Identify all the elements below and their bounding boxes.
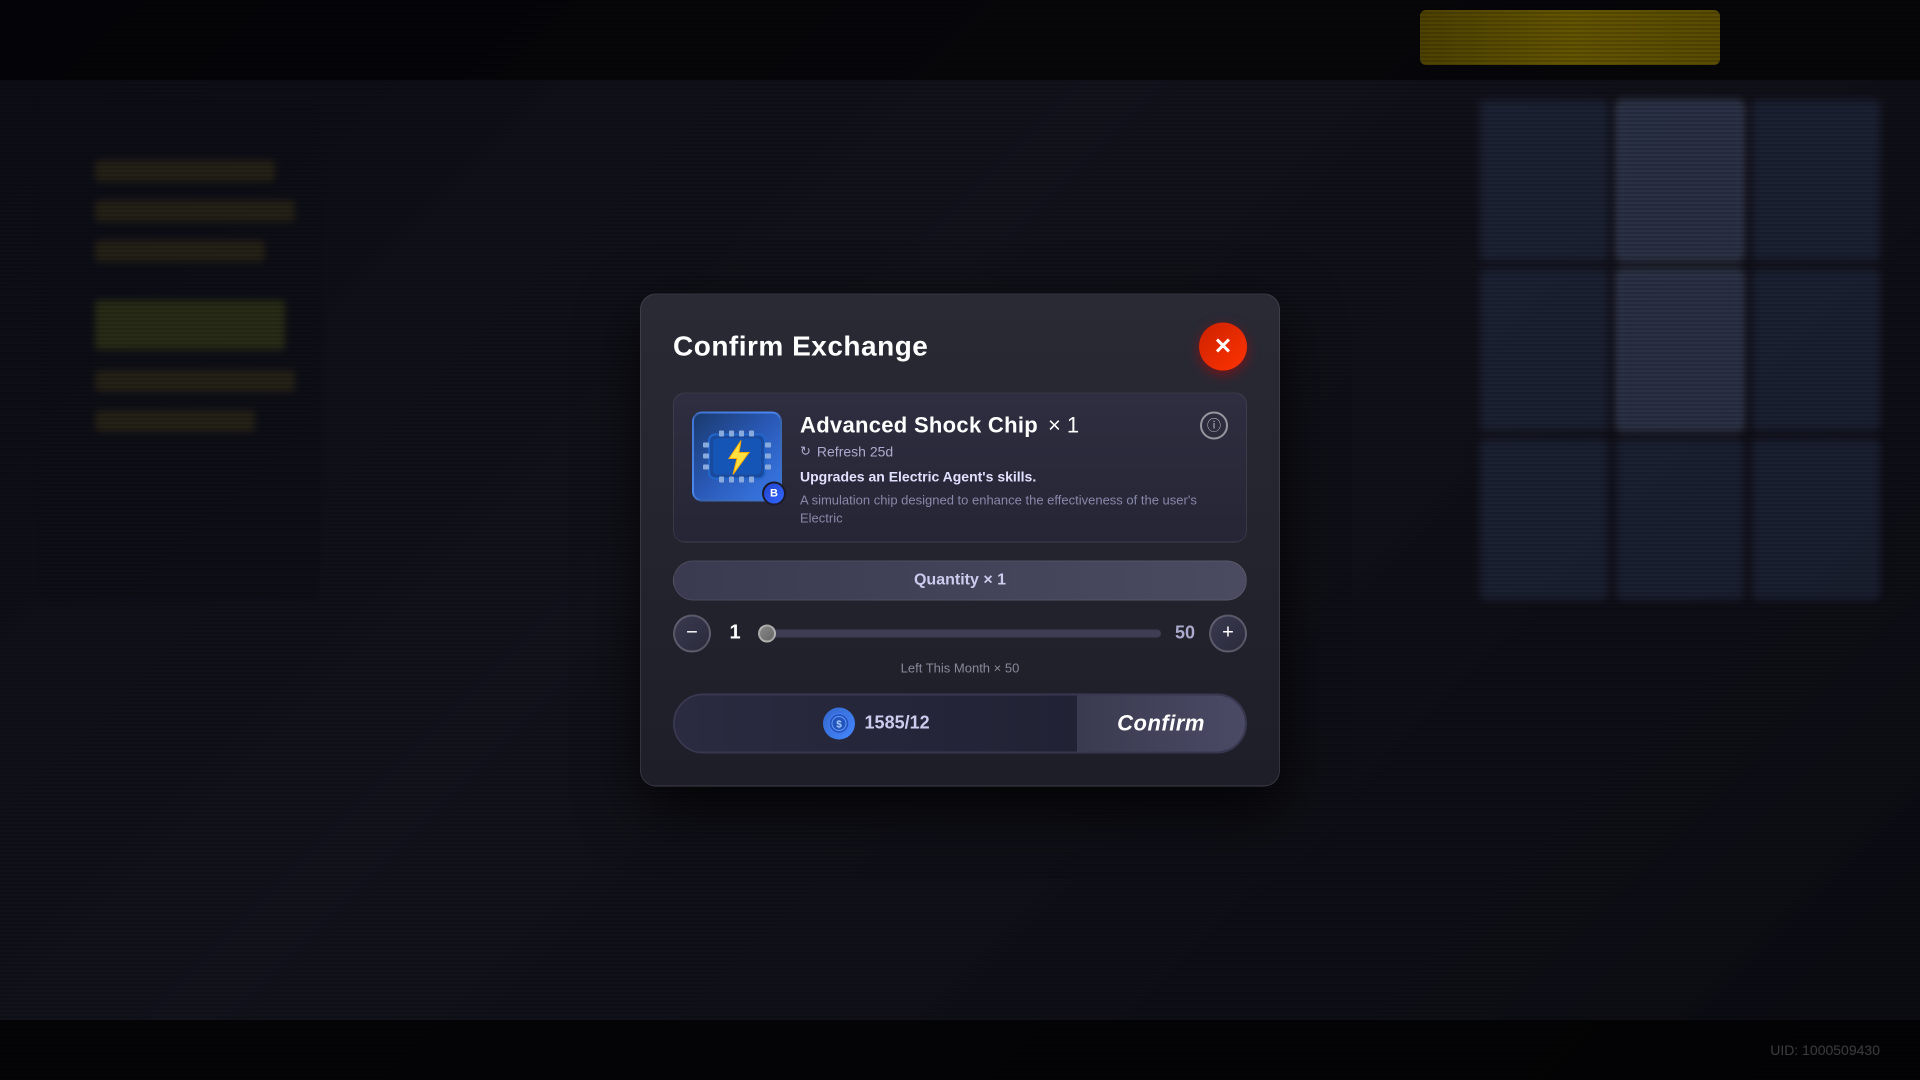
qty-decrease-button[interactable]: − (673, 614, 711, 652)
item-top-row: B Advanced Shock Chip × 1 ⓘ ↻ Refresh 25… (692, 412, 1228, 528)
modal-title: Confirm Exchange (673, 331, 928, 363)
action-row: $ 1585/12 Confirm (673, 693, 1247, 753)
qty-left-text: Left This Month × 50 (673, 660, 1247, 675)
qty-slider[interactable] (759, 629, 1161, 637)
modal-header: Confirm Exchange ✕ (673, 323, 1247, 371)
qty-increase-button[interactable]: + (1209, 614, 1247, 652)
item-name-row: Advanced Shock Chip × 1 ⓘ (800, 412, 1228, 440)
coin-svg: $ (828, 712, 850, 734)
close-button[interactable]: ✕ (1199, 323, 1247, 371)
quantity-controls: − 1 50 + (673, 614, 1247, 652)
refresh-icon: ↻ (800, 444, 811, 460)
confirm-button[interactable]: Confirm (1077, 695, 1245, 751)
qty-slider-track (759, 629, 1161, 637)
svg-text:$: $ (836, 719, 842, 730)
currency-section: $ 1585/12 (675, 695, 1077, 751)
refresh-text: Refresh 25d (817, 444, 893, 460)
currency-amount: 1585/12 (865, 713, 930, 734)
qty-max-display: 50 (1175, 623, 1195, 644)
item-desc-secondary: A simulation chip designed to enhance th… (800, 491, 1228, 527)
quantity-bar-label: Quantity × 1 (673, 560, 1247, 600)
item-icon-wrap: B (692, 412, 782, 502)
item-badge: B (762, 482, 786, 506)
confirm-exchange-modal: Confirm Exchange ✕ (640, 294, 1280, 787)
item-info: Advanced Shock Chip × 1 ⓘ ↻ Refresh 25d … (800, 412, 1228, 528)
chip-icon-svg (701, 421, 773, 493)
item-desc-primary: Upgrades an Electric Agent's skills. (800, 468, 1228, 488)
currency-icon: $ (823, 707, 855, 739)
item-name: Advanced Shock Chip (800, 413, 1038, 439)
item-quantity: × 1 (1048, 413, 1079, 439)
qty-value-display: 1 (725, 622, 745, 645)
refresh-row: ↻ Refresh 25d (800, 444, 1228, 460)
item-card: B Advanced Shock Chip × 1 ⓘ ↻ Refresh 25… (673, 393, 1247, 543)
qty-slider-thumb[interactable] (758, 624, 776, 642)
info-icon-button[interactable]: ⓘ (1200, 412, 1228, 440)
